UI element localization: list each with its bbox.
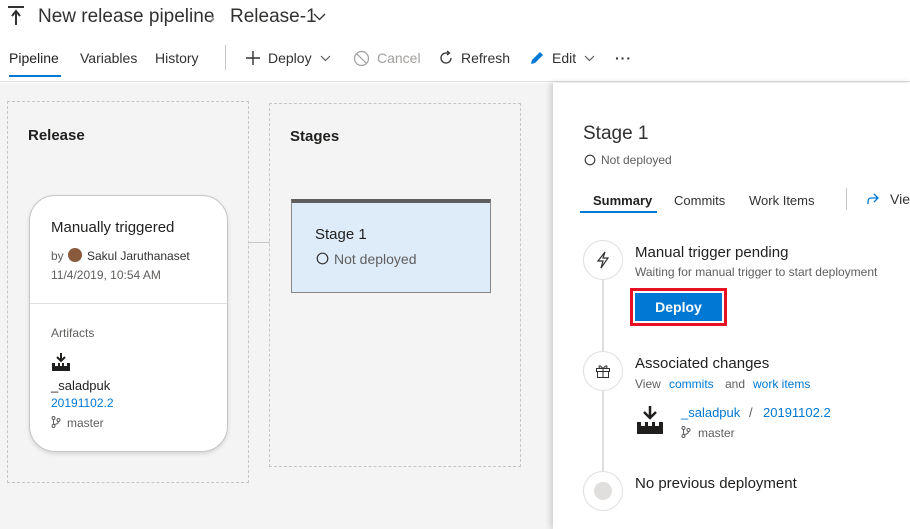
card-divider	[30, 303, 227, 304]
deploy-button[interactable]: Deploy	[635, 293, 722, 321]
branch-icon	[51, 416, 61, 428]
chevron-down-icon[interactable]	[313, 13, 326, 21]
trigger-text: Manually triggered	[51, 219, 175, 236]
deploy-label: Deploy	[268, 50, 312, 66]
breadcrumb-pipeline[interactable]: New release pipeline	[38, 6, 214, 28]
release-section-title: Release	[28, 127, 85, 144]
refresh-label: Refresh	[461, 50, 511, 66]
status-circle-icon	[316, 252, 329, 265]
more-actions-button[interactable]: ···	[615, 49, 632, 67]
by-prefix: by	[51, 249, 64, 263]
stage-card[interactable]: Stage 1 Not deployed	[291, 199, 491, 293]
changes-title: Associated changes	[635, 355, 770, 372]
toolbar-divider	[225, 45, 226, 70]
breadcrumb-release[interactable]: Release-1	[230, 6, 317, 28]
chevron-down-icon	[320, 55, 331, 61]
branch-name: master	[67, 416, 104, 430]
work-items-link[interactable]: work items	[753, 377, 810, 391]
release-to-stages-connector	[249, 242, 270, 243]
lightning-icon	[596, 251, 610, 269]
tab-divider	[846, 188, 847, 210]
build-artifact-icon	[52, 353, 70, 371]
trigger-description: Waiting for manual trigger to start depl…	[635, 265, 878, 279]
share-arrow-icon[interactable]	[866, 192, 880, 206]
edit-button[interactable]: Edit	[529, 49, 602, 67]
edit-label: Edit	[552, 50, 577, 66]
refresh-icon	[440, 50, 452, 64]
tab-summary[interactable]: Summary	[593, 193, 652, 208]
tab-active-indicator	[580, 211, 657, 213]
chevron-down-icon	[584, 55, 595, 61]
trigger-title: Manual trigger pending	[635, 244, 789, 261]
deploy-button[interactable]: Deploy	[245, 49, 338, 67]
timeline-node-changes	[583, 351, 623, 391]
artifact-version-link[interactable]: 20191102.2	[763, 405, 831, 420]
release-card[interactable]: Manually triggered by Sakul Jaruthanaset…	[29, 195, 228, 452]
user-name[interactable]: Sakul Jaruthanaset	[87, 249, 190, 263]
release-pipeline-icon	[8, 6, 24, 25]
tab-pipeline[interactable]: Pipeline	[9, 50, 59, 66]
commits-link[interactable]: commits	[669, 377, 714, 391]
cancel-button[interactable]: Cancel	[353, 49, 421, 67]
pencil-icon	[531, 52, 543, 64]
gift-icon	[596, 365, 610, 378]
changes-view-text: View	[635, 377, 661, 391]
panel-status: Not deployed	[601, 153, 672, 167]
stages-section-title: Stages	[290, 128, 340, 145]
tab-active-indicator	[9, 75, 61, 77]
tab-variables[interactable]: Variables	[80, 50, 137, 66]
stage-details-panel: Stage 1 Not deployed Summary Commits Wor…	[553, 83, 910, 529]
artifact-name: _saladpuk	[51, 378, 111, 393]
changes-and-text: and	[725, 377, 746, 391]
status-circle-icon	[584, 154, 596, 166]
previous-deployment-text: No previous deployment	[635, 475, 797, 492]
pipeline-canvas: Release Manually triggered by Sakul Jaru…	[0, 83, 553, 529]
stage-status: Not deployed	[334, 251, 417, 267]
build-artifact-icon	[637, 406, 663, 434]
cancel-label: Cancel	[377, 50, 421, 66]
tab-work-items[interactable]: Work Items	[749, 193, 815, 208]
tab-history[interactable]: History	[155, 50, 199, 66]
avatar	[68, 248, 82, 262]
cancel-icon	[353, 50, 370, 66]
branch-icon	[681, 426, 691, 438]
artifact-version-link[interactable]: 20191102.2	[51, 396, 114, 410]
plus-icon	[246, 51, 260, 65]
tab-commits[interactable]: Commits	[674, 193, 725, 208]
top-bar: New release pipeline › Release-1 Pipelin…	[0, 0, 910, 82]
artifact-link[interactable]: _saladpuk	[681, 405, 740, 420]
panel-title: Stage 1	[583, 123, 649, 144]
empty-state-icon	[594, 482, 612, 500]
artifacts-label: Artifacts	[51, 326, 95, 340]
release-timestamp: 11/4/2019, 10:54 AM	[51, 268, 161, 282]
timeline-node-trigger	[583, 240, 623, 280]
artifact-separator: /	[749, 405, 753, 420]
stage-name: Stage 1	[315, 226, 367, 243]
branch-name: master	[698, 426, 735, 440]
timeline-node-previous	[583, 471, 623, 511]
refresh-button[interactable]: Refresh	[438, 49, 510, 67]
breadcrumb-separator-icon: ›	[209, 8, 215, 28]
view-link[interactable]: Vie	[890, 191, 910, 207]
